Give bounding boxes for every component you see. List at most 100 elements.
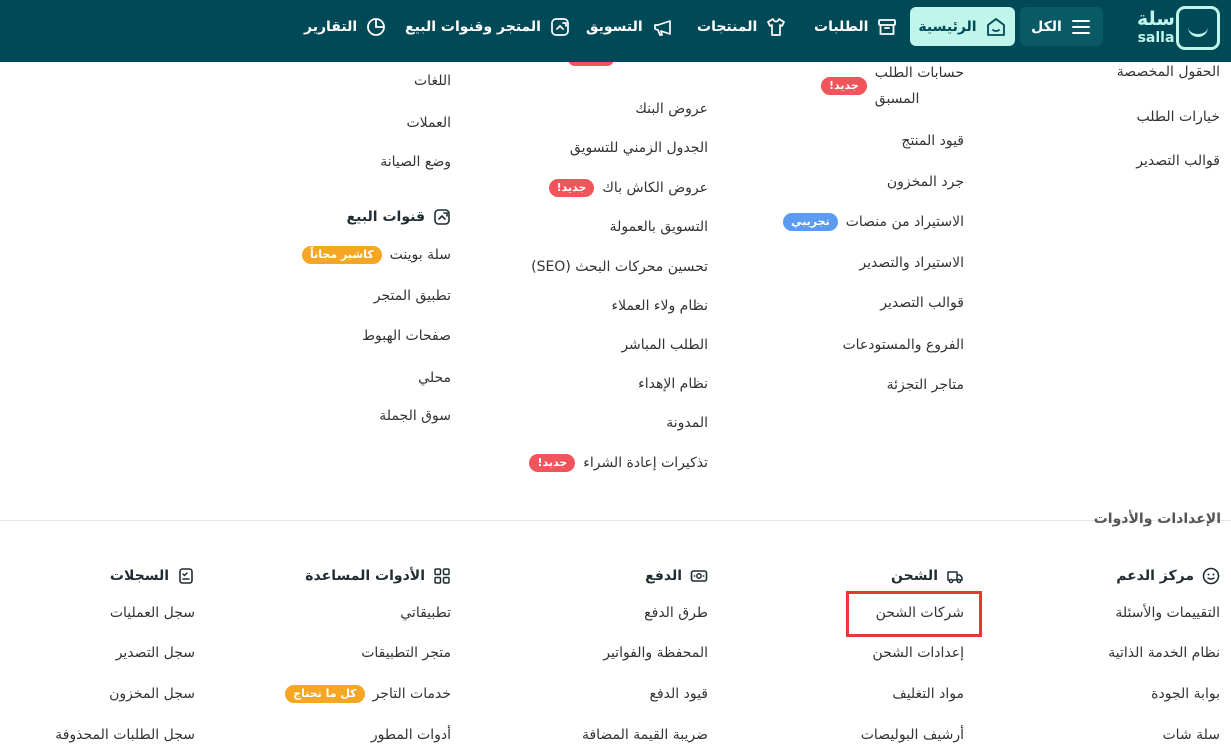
section-divider [0,520,1231,521]
nav-orders-button[interactable]: الطلبات [814,7,898,46]
menu-item-branches-warehouses[interactable]: الفروع والمستودعات [842,337,964,353]
menu-column-store: اللغات العملات وضع الصيانة قنوات البيع س… [230,62,451,432]
menu-item-label: خدمات التاجر [372,686,451,702]
menu-item-wholesale-market[interactable]: سوق الجملة [379,408,451,424]
sales-channels-heading: قنوات البيع [347,208,451,226]
nav-marketing-button[interactable]: التسويق [586,7,673,46]
pie-chart-icon [365,16,387,38]
menu-item-maintenance-mode[interactable]: وضع الصيانة [380,154,451,170]
menu-item-export-templates-2[interactable]: قوالب التصدير [880,295,964,311]
menu-item-label: حسابات الطلب [874,65,964,81]
nav-all-menu-button[interactable]: الكل [1020,7,1103,46]
menu-item-label-line2: المسبق [874,91,920,107]
cash-icon [690,567,708,585]
box-icon [876,16,898,38]
menu-item-import-from-platforms[interactable]: الاستيراد من منصات تجريبي [783,213,964,231]
salla-logo[interactable]: سلة salla [1136,6,1222,50]
menu-item-export-templates[interactable]: قوالب التصدير [1136,153,1220,169]
menu-item-operations-log[interactable]: سجل العمليات [110,605,195,621]
menu-item-product-limits[interactable]: قيود المنتج [901,133,964,149]
nav-reports-label: التقارير [304,18,358,35]
store-icon [433,208,451,226]
menu-item-order-options[interactable]: خيارات الطلب [1137,109,1220,125]
support-center-heading: مركز الدعم [1116,567,1220,585]
menu-item-my-apps[interactable]: تطبيقاتي [400,605,451,621]
menu-item-direct-order[interactable]: الطلب المباشر [621,337,708,353]
menu-item-repurchase-reminders[interactable]: تذكيرات إعادة الشراء جديد! [529,454,708,472]
settings-tools-title: الإعدادات والأدوات [1093,511,1221,527]
menu-item-affiliate-marketing[interactable]: التسويق بالعمولة [610,219,708,235]
new-badge: جديد! [820,77,867,95]
menu-item-languages[interactable]: اللغات [414,73,451,89]
helper-tools-heading: الأدوات المساعدة [305,567,451,585]
smile-icon [1202,567,1220,585]
menu-item-bank-offers[interactable]: عروض البنك [635,101,708,117]
menu-item-reviews-questions[interactable]: التقييمات والأسئلة [1115,605,1220,621]
logo-text-en: salla [1137,30,1175,46]
menu-item-export-log[interactable]: سجل التصدير [116,645,195,661]
heading-label: مركز الدعم [1116,568,1194,584]
shipping-heading: الشحن [891,567,964,585]
highlight-box [846,591,982,637]
menu-item-quality-portal[interactable]: بوابة الجودة [1151,686,1220,702]
menu-item-loyalty[interactable]: نظام ولاء العملاء [612,298,708,314]
tshirt-icon [765,16,787,38]
hamburger-icon [1070,16,1092,38]
menu-item-merchant-services[interactable]: خدمات التاجر كل ما تحتاج [285,685,451,703]
home-icon [985,16,1007,38]
menu-item-shipping-settings[interactable]: إعدادات الشحن [872,645,964,661]
heading-label: الأدوات المساعدة [305,568,425,584]
menu-item-inventory-log[interactable]: سجل المخزون [109,686,195,702]
menu-item-blog[interactable]: المدونة [666,415,708,431]
menu-column-logs: السجلات سجل العمليات سجل التصدير سجل الم… [0,565,195,755]
menu-item-gifting[interactable]: نظام الإهداء [638,376,708,392]
menu-item-seo[interactable]: تحسين محركات البحث (SEO) [531,259,708,275]
cashier-free-badge: كاشير مجاناً [302,246,382,264]
menu-item-currencies[interactable]: العملات [406,115,451,131]
menu-item-import-export[interactable]: الاستيراد والتصدير [859,255,964,271]
truck-icon [946,567,964,585]
nav-reports-button[interactable]: التقارير [304,7,387,46]
menu-item-payment-limits[interactable]: قيود الدفع [650,686,708,702]
menu-column-order-settings: الحقول المخصصة خيارات الطلب قوالب التصدي… [1000,62,1220,192]
menu-item-waybill-archive[interactable]: أرشيف البوليصات [861,727,964,743]
menu-column-support: مركز الدعم التقييمات والأسئلة نظام الخدم… [1000,565,1220,755]
menu-item-label: سلة بوينت [389,247,451,263]
menu-item-payment-methods[interactable]: طرق الدفع [644,605,708,621]
nav-store-channels-label: المتجر وقنوات البيع [405,18,541,35]
menu-item-label: عروض الكاش باك [602,180,708,196]
menu-item-retail-stores[interactable]: متاجر التجزئة [887,377,964,393]
payment-heading: الدفع [645,567,708,585]
menu-item-salla-chat[interactable]: سلة شات [1163,727,1221,743]
menu-item-cashback-offers[interactable]: عروض الكاش باك جديد! [548,179,708,197]
menu-item-deleted-orders-log[interactable]: سجل الطلبات المحذوفة [55,727,195,743]
menu-item-label: تذكيرات إعادة الشراء [583,455,708,471]
nav-store-channels-button[interactable]: المتجر وقنوات البيع [405,7,571,46]
nav-all-label: الكل [1031,18,1062,35]
menu-item-packaging-materials[interactable]: مواد التغليف [892,686,964,702]
menu-item-developer-tools[interactable]: أدوات المطور [371,727,451,743]
menu-item-self-service[interactable]: نظام الخدمة الذاتية [1108,645,1220,661]
menu-column-payment: الدفع طرق الدفع المحفظة والفواتير قيود ا… [488,565,708,755]
menu-item-salla-point[interactable]: سلة بوينت كاشير مجاناً [302,246,451,264]
menu-item-app-store[interactable]: متجر التطبيقات [361,645,451,661]
salla-logo-icon [1176,6,1220,50]
megaphone-icon [651,16,673,38]
menu-item-prepaid-order-accounts[interactable]: حسابات الطلب المسبق جديد! [820,62,964,112]
menu-item-marketing-schedule[interactable]: الجدول الزمني للتسويق [570,140,708,156]
menu-item-wallet-invoices[interactable]: المحفظة والفواتير [603,645,708,661]
menu-item-custom-fields[interactable]: الحقول المخصصة [1117,64,1220,80]
menu-item-vat[interactable]: ضريبة القيمة المضافة [582,727,708,743]
menu-item-store-app[interactable]: تطبيق المتجر [374,288,451,304]
menu-column-products: حسابات الطلب المسبق جديد! قيود المنتج جر… [744,62,964,407]
logo-text-ar: سلة [1137,8,1175,30]
top-navbar: سلة salla الكل الرئيسية الطلبات المنتجات… [0,0,1231,62]
nav-products-button[interactable]: المنتجات [697,7,787,46]
menu-item-inventory-count[interactable]: جرد المخزون [887,174,964,190]
nav-home-button[interactable]: الرئيسية [910,7,1015,46]
document-icon [177,567,195,585]
menu-item-local[interactable]: محلي [418,370,451,386]
heading-label: الشحن [891,568,938,584]
everything-you-need-badge: كل ما تحتاج [285,685,365,703]
menu-item-landing-pages[interactable]: صفحات الهبوط [362,328,451,344]
